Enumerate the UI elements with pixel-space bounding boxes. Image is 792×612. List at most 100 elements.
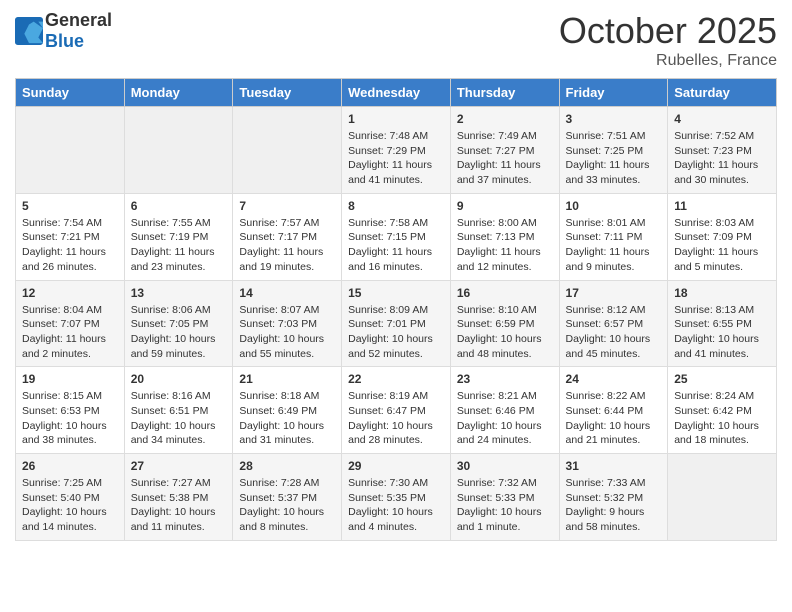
calendar-cell [124, 107, 233, 194]
calendar-cell: 14 Sunrise: 8:07 AM Sunset: 7:03 PM Dayli… [233, 280, 342, 367]
day-number: 17 [566, 286, 662, 300]
calendar-week-row: 5 Sunrise: 7:54 AM Sunset: 7:21 PM Daylig… [16, 193, 777, 280]
calendar-cell: 5 Sunrise: 7:54 AM Sunset: 7:21 PM Daylig… [16, 193, 125, 280]
day-number: 1 [348, 112, 444, 126]
day-number: 2 [457, 112, 553, 126]
calendar-cell: 2 Sunrise: 7:49 AM Sunset: 7:27 PM Daylig… [450, 107, 559, 194]
day-info: Sunrise: 8:10 AM Sunset: 6:59 PM Dayligh… [457, 303, 553, 362]
calendar-cell: 7Sunrise: 7:57 AM Sunset: 7:17 PM Daylig… [233, 193, 342, 280]
day-number: 23 [457, 372, 553, 386]
day-info: Sunrise: 8:22 AM Sunset: 6:44 PM Dayligh… [566, 389, 662, 448]
calendar-week-row: 26 Sunrise: 7:25 AM Sunset: 5:40 PM Dayli… [16, 454, 777, 541]
day-number: 18 [674, 286, 770, 300]
day-number: 26 [22, 459, 118, 473]
day-number: 9 [457, 199, 553, 213]
col-header-thursday: Thursday [450, 79, 559, 107]
day-number: 14 [239, 286, 335, 300]
calendar-cell: 28Sunrise: 7:28 AM Sunset: 5:37 PM Dayli… [233, 454, 342, 541]
day-number: 22 [348, 372, 444, 386]
day-number: 21 [239, 372, 335, 386]
calendar-cell: 8 Sunrise: 7:58 AM Sunset: 7:15 PM Daylig… [342, 193, 451, 280]
calendar-cell: 16 Sunrise: 8:10 AM Sunset: 6:59 PM Dayli… [450, 280, 559, 367]
col-header-tuesday: Tuesday [233, 79, 342, 107]
col-header-friday: Friday [559, 79, 668, 107]
col-header-monday: Monday [124, 79, 233, 107]
col-header-sunday: Sunday [16, 79, 125, 107]
calendar-cell: 24 Sunrise: 8:22 AM Sunset: 6:44 PM Dayli… [559, 367, 668, 454]
logo-general-text: General [45, 10, 112, 30]
logo-blue-text: Blue [45, 31, 84, 51]
day-number: 5 [22, 199, 118, 213]
location-subtitle: Rubelles, France [559, 52, 777, 70]
calendar-week-row: 19Sunrise: 8:15 AM Sunset: 6:53 PM Dayli… [16, 367, 777, 454]
calendar-cell: 22Sunrise: 8:19 AM Sunset: 6:47 PM Dayli… [342, 367, 451, 454]
logo: General Blue [15, 10, 112, 52]
day-number: 24 [566, 372, 662, 386]
day-number: 20 [131, 372, 227, 386]
title-block: October 2025 Rubelles, France [559, 10, 777, 70]
day-info: Sunrise: 7:52 AM Sunset: 7:23 PM Dayligh… [674, 129, 770, 188]
day-info: Sunrise: 7:28 AM Sunset: 5:37 PM Dayligh… [239, 476, 335, 535]
col-header-wednesday: Wednesday [342, 79, 451, 107]
calendar-cell: 20 Sunrise: 8:16 AM Sunset: 6:51 PM Dayli… [124, 367, 233, 454]
calendar-cell: 15 Sunrise: 8:09 AM Sunset: 7:01 PM Dayli… [342, 280, 451, 367]
day-info: Sunrise: 8:00 AM Sunset: 7:13 PM Dayligh… [457, 216, 553, 275]
day-number: 8 [348, 199, 444, 213]
calendar-cell: 30Sunrise: 7:32 AM Sunset: 5:33 PM Dayli… [450, 454, 559, 541]
calendar-cell [668, 454, 777, 541]
day-number: 13 [131, 286, 227, 300]
day-number: 30 [457, 459, 553, 473]
day-info: Sunrise: 7:58 AM Sunset: 7:15 PM Dayligh… [348, 216, 444, 275]
day-number: 15 [348, 286, 444, 300]
day-info: Sunrise: 8:04 AM Sunset: 7:07 PM Dayligh… [22, 303, 118, 362]
calendar-cell: 3Sunrise: 7:51 AM Sunset: 7:25 PM Daylig… [559, 107, 668, 194]
day-info: Sunrise: 8:16 AM Sunset: 6:51 PM Dayligh… [131, 389, 227, 448]
day-info: Sunrise: 7:49 AM Sunset: 7:27 PM Dayligh… [457, 129, 553, 188]
day-info: Sunrise: 7:55 AM Sunset: 7:19 PM Dayligh… [131, 216, 227, 275]
col-header-saturday: Saturday [668, 79, 777, 107]
page-header: General Blue October 2025 Rubelles, Fran… [15, 10, 777, 70]
day-info: Sunrise: 8:03 AM Sunset: 7:09 PM Dayligh… [674, 216, 770, 275]
month-title: October 2025 [559, 10, 777, 52]
calendar-cell [233, 107, 342, 194]
day-number: 31 [566, 459, 662, 473]
day-info: Sunrise: 7:27 AM Sunset: 5:38 PM Dayligh… [131, 476, 227, 535]
day-info: Sunrise: 8:01 AM Sunset: 7:11 PM Dayligh… [566, 216, 662, 275]
day-number: 4 [674, 112, 770, 126]
day-info: Sunrise: 7:33 AM Sunset: 5:32 PM Dayligh… [566, 476, 662, 535]
calendar-cell: 27 Sunrise: 7:27 AM Sunset: 5:38 PM Dayli… [124, 454, 233, 541]
calendar-cell: 19Sunrise: 8:15 AM Sunset: 6:53 PM Dayli… [16, 367, 125, 454]
day-number: 10 [566, 199, 662, 213]
calendar-cell: 21Sunrise: 8:18 AM Sunset: 6:49 PM Dayli… [233, 367, 342, 454]
day-number: 29 [348, 459, 444, 473]
calendar-cell: 4 Sunrise: 7:52 AM Sunset: 7:23 PM Daylig… [668, 107, 777, 194]
day-info: Sunrise: 8:24 AM Sunset: 6:42 PM Dayligh… [674, 389, 770, 448]
day-info: Sunrise: 8:07 AM Sunset: 7:03 PM Dayligh… [239, 303, 335, 362]
calendar-cell: 10 Sunrise: 8:01 AM Sunset: 7:11 PM Dayli… [559, 193, 668, 280]
day-number: 11 [674, 199, 770, 213]
day-number: 27 [131, 459, 227, 473]
day-info: Sunrise: 7:30 AM Sunset: 5:35 PM Dayligh… [348, 476, 444, 535]
calendar-table: SundayMondayTuesdayWednesdayThursdayFrid… [15, 78, 777, 541]
day-number: 6 [131, 199, 227, 213]
day-info: Sunrise: 8:06 AM Sunset: 7:05 PM Dayligh… [131, 303, 227, 362]
calendar-week-row: 1 Sunrise: 7:48 AM Sunset: 7:29 PM Daylig… [16, 107, 777, 194]
day-number: 19 [22, 372, 118, 386]
day-number: 25 [674, 372, 770, 386]
calendar-cell: 13 Sunrise: 8:06 AM Sunset: 7:05 PM Dayli… [124, 280, 233, 367]
calendar-week-row: 12Sunrise: 8:04 AM Sunset: 7:07 PM Dayli… [16, 280, 777, 367]
day-info: Sunrise: 7:48 AM Sunset: 7:29 PM Dayligh… [348, 129, 444, 188]
day-info: Sunrise: 7:25 AM Sunset: 5:40 PM Dayligh… [22, 476, 118, 535]
day-number: 7 [239, 199, 335, 213]
calendar-cell: 11 Sunrise: 8:03 AM Sunset: 7:09 PM Dayli… [668, 193, 777, 280]
logo-icon [15, 17, 43, 45]
calendar-cell: 1 Sunrise: 7:48 AM Sunset: 7:29 PM Daylig… [342, 107, 451, 194]
day-info: Sunrise: 8:12 AM Sunset: 6:57 PM Dayligh… [566, 303, 662, 362]
day-number: 16 [457, 286, 553, 300]
calendar-cell: 17 Sunrise: 8:12 AM Sunset: 6:57 PM Dayli… [559, 280, 668, 367]
day-info: Sunrise: 8:09 AM Sunset: 7:01 PM Dayligh… [348, 303, 444, 362]
day-info: Sunrise: 7:54 AM Sunset: 7:21 PM Dayligh… [22, 216, 118, 275]
calendar-cell: 9 Sunrise: 8:00 AM Sunset: 7:13 PM Daylig… [450, 193, 559, 280]
calendar-cell: 26 Sunrise: 7:25 AM Sunset: 5:40 PM Dayli… [16, 454, 125, 541]
calendar-cell: 29 Sunrise: 7:30 AM Sunset: 5:35 PM Dayli… [342, 454, 451, 541]
